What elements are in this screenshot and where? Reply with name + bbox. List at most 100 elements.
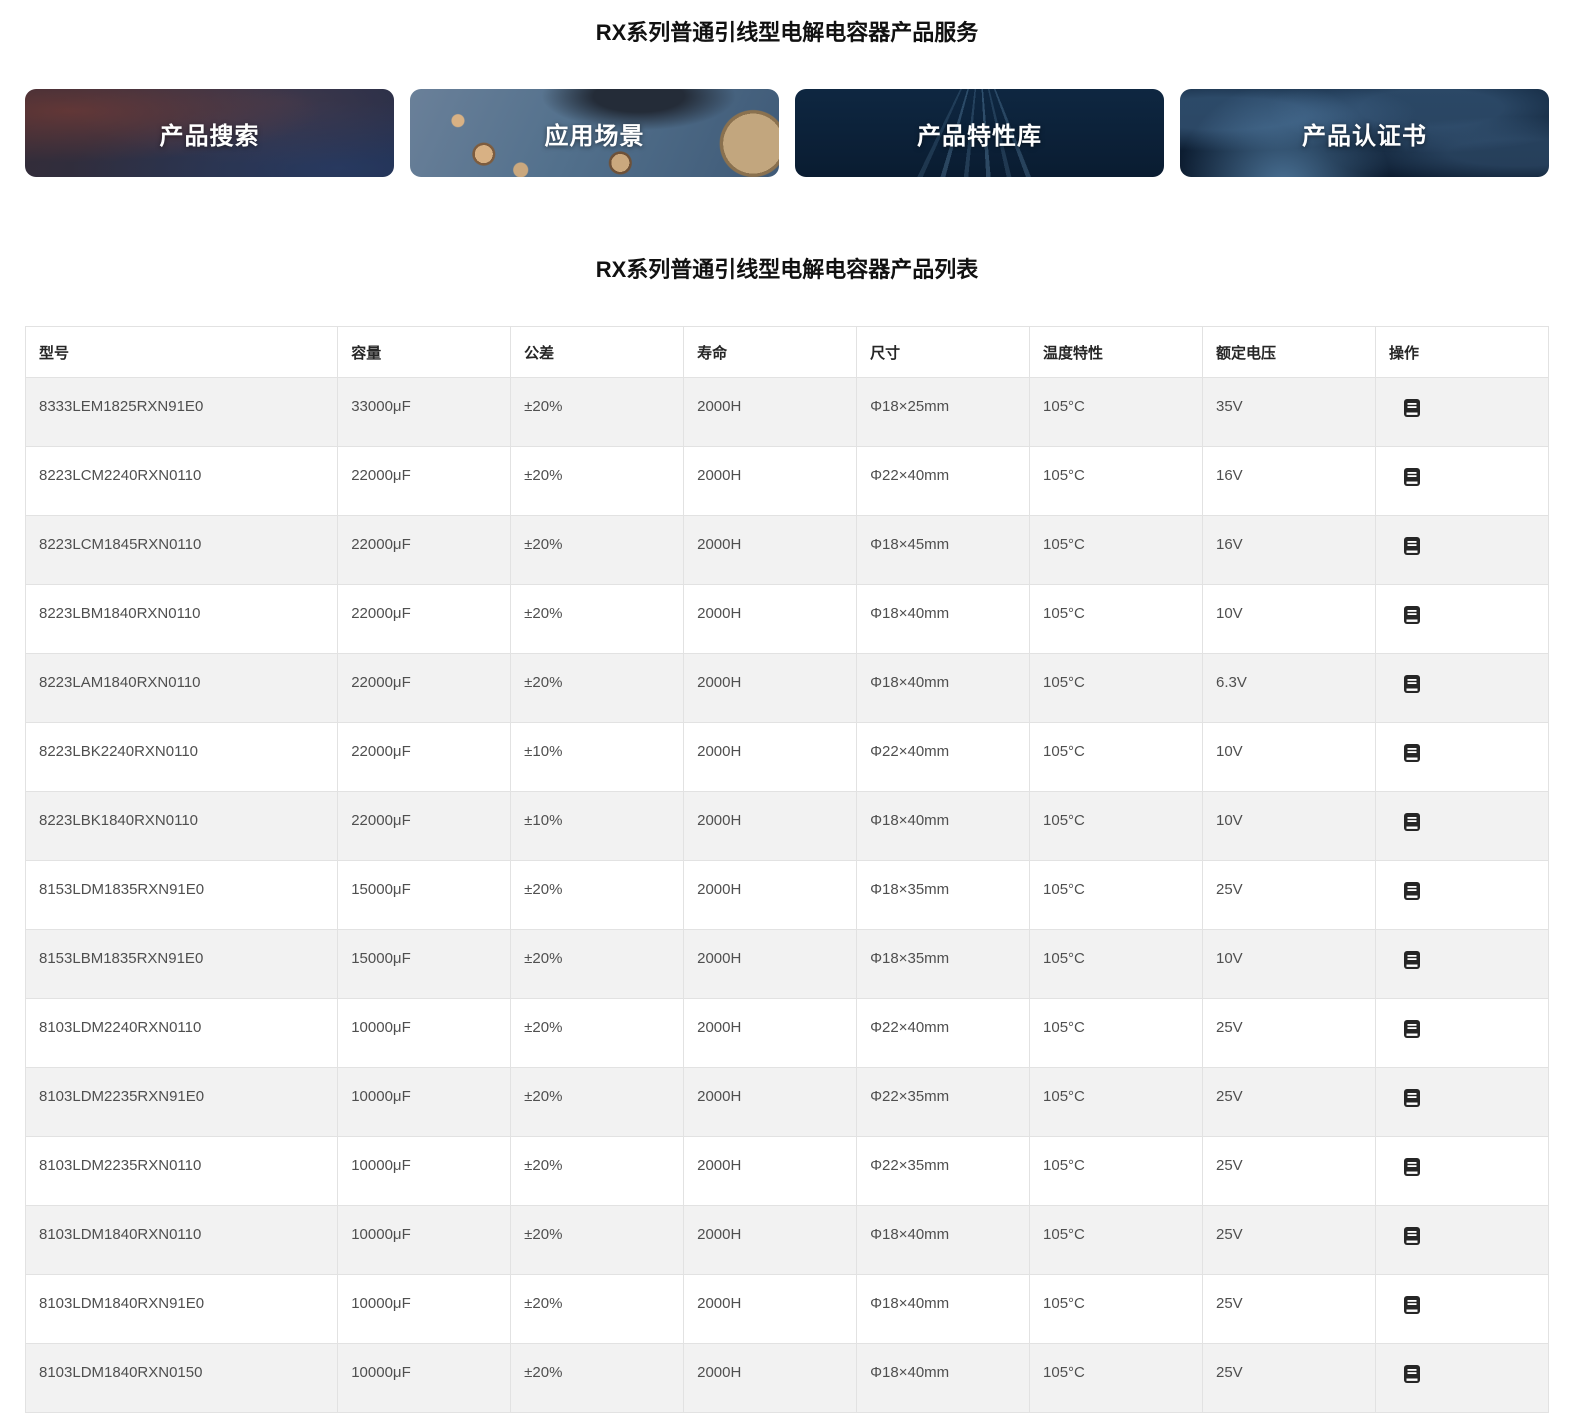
view-datasheet-button[interactable] bbox=[1403, 1157, 1421, 1177]
product-list-title: RX系列普通引线型电解电容器产品列表 bbox=[25, 255, 1549, 284]
cell-lifetime: 2000H bbox=[684, 1344, 857, 1413]
column-header-tolerance: 公差 bbox=[511, 327, 684, 378]
cell-tolerance: ±20% bbox=[511, 585, 684, 654]
cell-model: 8103LDM2235RXN0110 bbox=[26, 1137, 338, 1206]
cell-lifetime: 2000H bbox=[684, 1206, 857, 1275]
cell-temperature: 105°C bbox=[1030, 792, 1203, 861]
cell-tolerance: ±10% bbox=[511, 723, 684, 792]
cell-tolerance: ±20% bbox=[511, 447, 684, 516]
cell-size: Φ22×40mm bbox=[857, 447, 1030, 516]
cell-model: 8223LAM1840RXN0110 bbox=[26, 654, 338, 723]
nav-card-product-search-label: 产品搜索 bbox=[160, 116, 260, 151]
cell-size: Φ22×35mm bbox=[857, 1068, 1030, 1137]
cell-lifetime: 2000H bbox=[684, 930, 857, 999]
cell-lifetime: 2000H bbox=[684, 1275, 857, 1344]
cell-voltage: 16V bbox=[1202, 447, 1375, 516]
cell-model: 8103LDM1840RXN0150 bbox=[26, 1344, 338, 1413]
view-datasheet-button[interactable] bbox=[1403, 467, 1421, 487]
view-datasheet-button[interactable] bbox=[1403, 812, 1421, 832]
cell-lifetime: 2000H bbox=[684, 1137, 857, 1206]
table-row: 8333LEM1825RXN91E0 33000μF ±20% 2000H Φ1… bbox=[26, 378, 1549, 447]
cell-actions bbox=[1375, 723, 1548, 792]
cell-actions bbox=[1375, 1275, 1548, 1344]
view-datasheet-button[interactable] bbox=[1403, 605, 1421, 625]
cell-temperature: 105°C bbox=[1030, 930, 1203, 999]
cell-actions bbox=[1375, 378, 1548, 447]
cell-voltage: 16V bbox=[1202, 516, 1375, 585]
column-header-capacity: 容量 bbox=[338, 327, 511, 378]
cell-temperature: 105°C bbox=[1030, 585, 1203, 654]
cell-size: Φ18×35mm bbox=[857, 930, 1030, 999]
book-icon bbox=[1403, 1226, 1421, 1246]
view-datasheet-button[interactable] bbox=[1403, 950, 1421, 970]
cell-capacity: 33000μF bbox=[338, 378, 511, 447]
nav-card-product-certificates[interactable]: 产品认证书 bbox=[1180, 89, 1549, 177]
cell-voltage: 25V bbox=[1202, 1206, 1375, 1275]
book-icon bbox=[1403, 1019, 1421, 1039]
cell-tolerance: ±20% bbox=[511, 378, 684, 447]
table-row: 8103LDM1840RXN0150 10000μF ±20% 2000H Φ1… bbox=[26, 1344, 1549, 1413]
cell-lifetime: 2000H bbox=[684, 792, 857, 861]
cell-size: Φ18×40mm bbox=[857, 654, 1030, 723]
view-datasheet-button[interactable] bbox=[1403, 1295, 1421, 1315]
column-header-actions: 操作 bbox=[1375, 327, 1548, 378]
view-datasheet-button[interactable] bbox=[1403, 398, 1421, 418]
cell-actions bbox=[1375, 930, 1548, 999]
cell-voltage: 6.3V bbox=[1202, 654, 1375, 723]
page: RX系列普通引线型电解电容器产品服务 产品搜索 应用场景 产品特性库 产品认证书… bbox=[0, 18, 1576, 1427]
book-icon bbox=[1403, 605, 1421, 625]
nav-card-application-scenarios[interactable]: 应用场景 bbox=[410, 89, 779, 177]
view-datasheet-button[interactable] bbox=[1403, 1019, 1421, 1039]
cell-temperature: 105°C bbox=[1030, 1344, 1203, 1413]
cell-temperature: 105°C bbox=[1030, 1068, 1203, 1137]
cell-actions bbox=[1375, 654, 1548, 723]
cell-lifetime: 2000H bbox=[684, 1068, 857, 1137]
cell-voltage: 25V bbox=[1202, 861, 1375, 930]
cell-model: 8103LDM2240RXN0110 bbox=[26, 999, 338, 1068]
cell-capacity: 10000μF bbox=[338, 1344, 511, 1413]
cell-voltage: 25V bbox=[1202, 1137, 1375, 1206]
cell-voltage: 35V bbox=[1202, 378, 1375, 447]
cell-voltage: 25V bbox=[1202, 1344, 1375, 1413]
cell-voltage: 25V bbox=[1202, 999, 1375, 1068]
book-icon bbox=[1403, 1364, 1421, 1384]
cell-size: Φ18×25mm bbox=[857, 378, 1030, 447]
cell-model: 8223LCM1845RXN0110 bbox=[26, 516, 338, 585]
view-datasheet-button[interactable] bbox=[1403, 536, 1421, 556]
view-datasheet-button[interactable] bbox=[1403, 743, 1421, 763]
view-datasheet-button[interactable] bbox=[1403, 1364, 1421, 1384]
nav-card-product-search[interactable]: 产品搜索 bbox=[25, 89, 394, 177]
cell-model: 8103LDM1840RXN0110 bbox=[26, 1206, 338, 1275]
book-icon bbox=[1403, 743, 1421, 763]
cell-size: Φ22×35mm bbox=[857, 1137, 1030, 1206]
view-datasheet-button[interactable] bbox=[1403, 674, 1421, 694]
view-datasheet-button[interactable] bbox=[1403, 1226, 1421, 1246]
table-row: 8103LDM1840RXN91E0 10000μF ±20% 2000H Φ1… bbox=[26, 1275, 1549, 1344]
view-datasheet-button[interactable] bbox=[1403, 1088, 1421, 1108]
cell-lifetime: 2000H bbox=[684, 447, 857, 516]
cell-temperature: 105°C bbox=[1030, 447, 1203, 516]
cell-temperature: 105°C bbox=[1030, 861, 1203, 930]
cell-voltage: 10V bbox=[1202, 723, 1375, 792]
cell-actions bbox=[1375, 1137, 1548, 1206]
cell-voltage: 10V bbox=[1202, 930, 1375, 999]
view-datasheet-button[interactable] bbox=[1403, 881, 1421, 901]
cell-capacity: 10000μF bbox=[338, 1068, 511, 1137]
cell-capacity: 10000μF bbox=[338, 1137, 511, 1206]
cell-lifetime: 2000H bbox=[684, 861, 857, 930]
cell-model: 8153LDM1835RXN91E0 bbox=[26, 861, 338, 930]
table-row: 8223LCM2240RXN0110 22000μF ±20% 2000H Φ2… bbox=[26, 447, 1549, 516]
nav-card-product-certificates-label: 产品认证书 bbox=[1302, 116, 1427, 151]
cell-model: 8103LDM2235RXN91E0 bbox=[26, 1068, 338, 1137]
book-icon bbox=[1403, 1157, 1421, 1177]
cell-size: Φ18×40mm bbox=[857, 792, 1030, 861]
cell-model: 8153LBM1835RXN91E0 bbox=[26, 930, 338, 999]
cell-size: Φ18×40mm bbox=[857, 1275, 1030, 1344]
table-header-row: 型号 容量 公差 寿命 尺寸 温度特性 额定电压 操作 bbox=[26, 327, 1549, 378]
table-row: 8103LDM1840RXN0110 10000μF ±20% 2000H Φ1… bbox=[26, 1206, 1549, 1275]
book-icon bbox=[1403, 881, 1421, 901]
cell-lifetime: 2000H bbox=[684, 378, 857, 447]
cell-capacity: 22000μF bbox=[338, 516, 511, 585]
nav-card-product-characteristics[interactable]: 产品特性库 bbox=[795, 89, 1164, 177]
table-row: 8223LAM1840RXN0110 22000μF ±20% 2000H Φ1… bbox=[26, 654, 1549, 723]
